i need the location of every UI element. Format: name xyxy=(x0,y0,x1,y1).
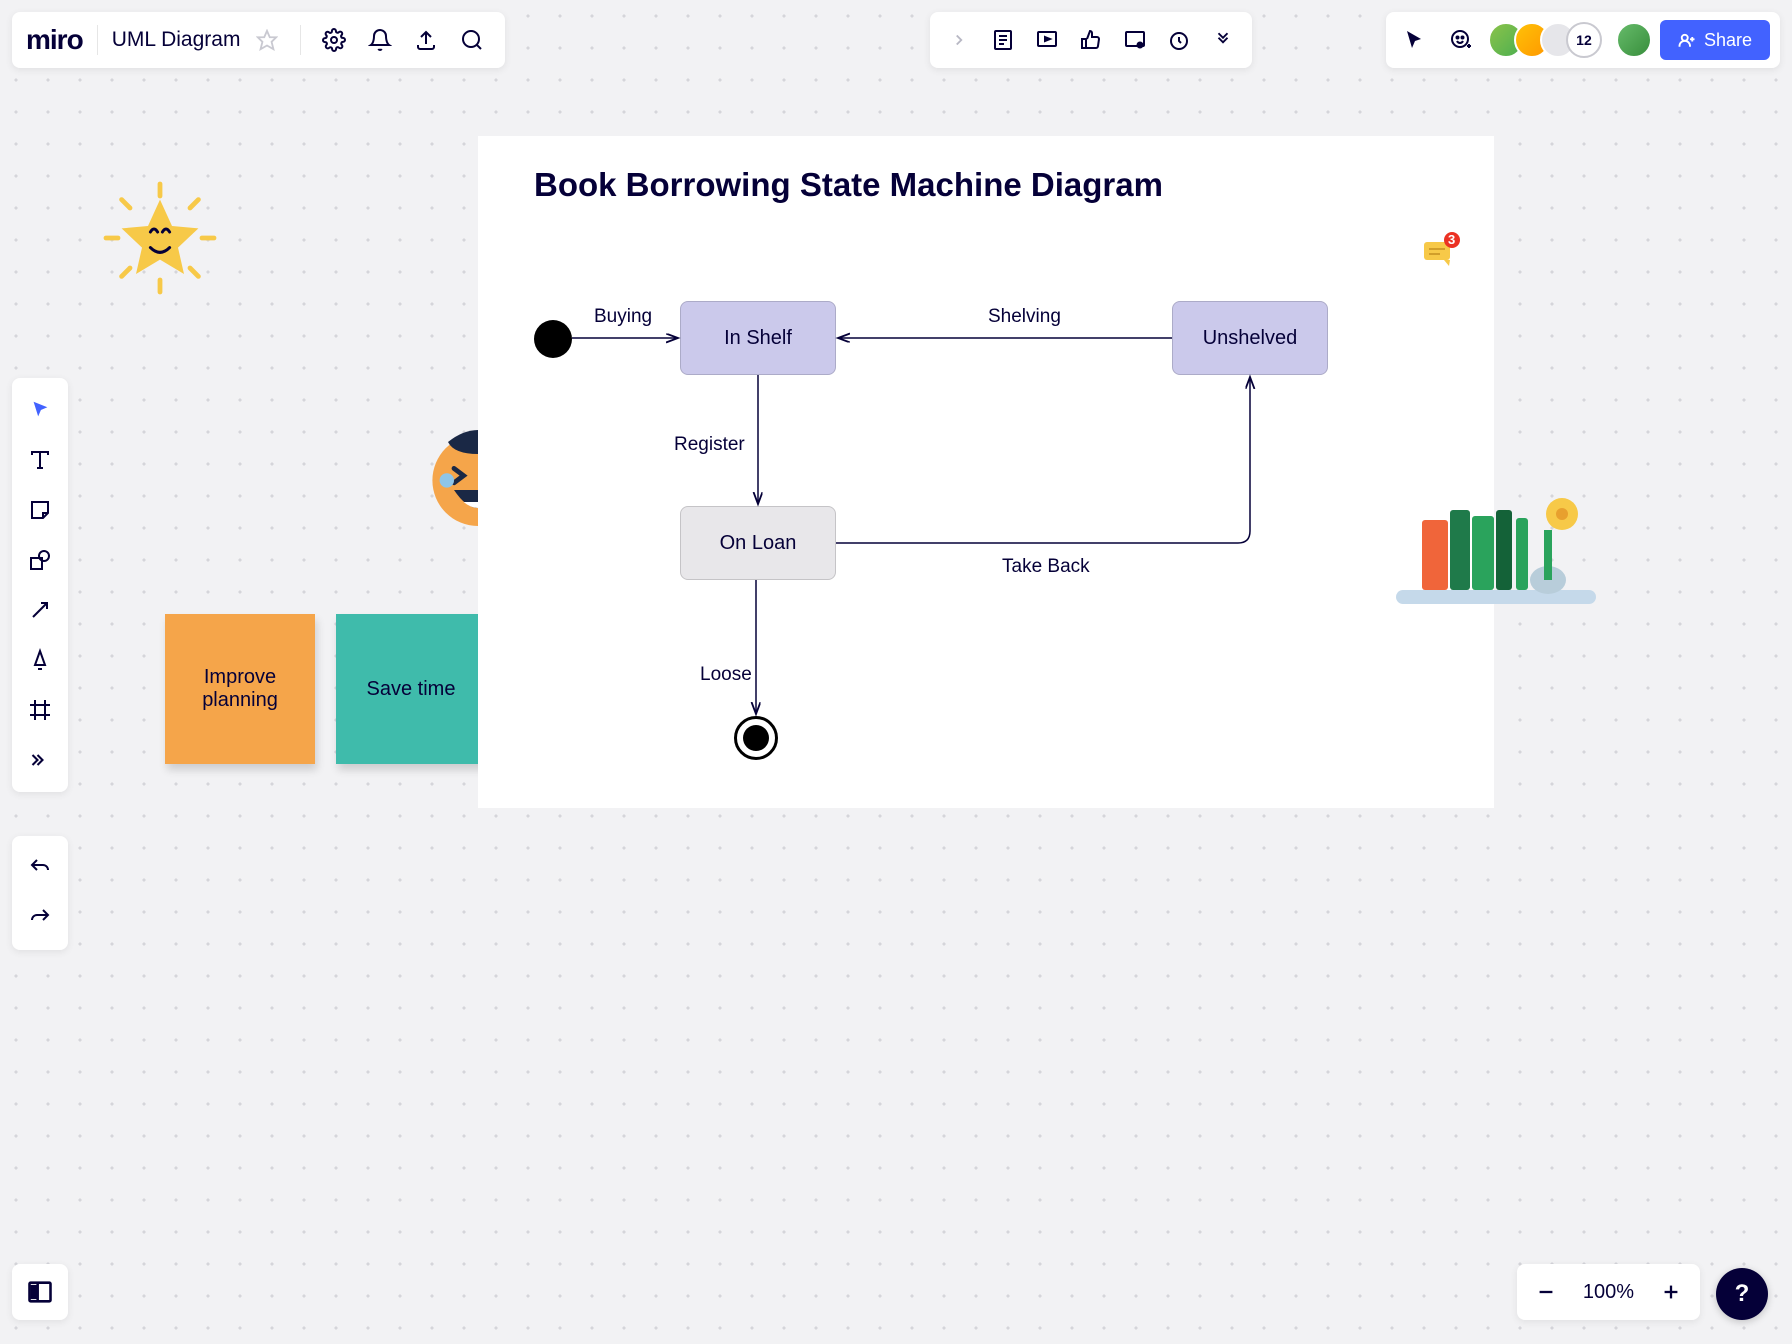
cursor-play-icon[interactable] xyxy=(1396,21,1434,59)
transition-label: Buying xyxy=(594,306,652,328)
sticky-note-orange[interactable]: Improve planning xyxy=(165,614,315,764)
comment-thread-icon[interactable]: 3 xyxy=(1420,232,1460,272)
undo-button[interactable] xyxy=(18,846,62,890)
avatar-count[interactable]: 12 xyxy=(1566,22,1602,58)
transitions-svg xyxy=(478,136,1494,808)
timer-icon[interactable] xyxy=(1160,21,1198,59)
divider xyxy=(97,25,98,55)
transition-label: Register xyxy=(674,434,745,456)
note-icon[interactable] xyxy=(984,21,1022,59)
diagram-panel[interactable]: Book Borrowing State Machine Diagram In … xyxy=(478,136,1494,808)
zoom-out-button[interactable] xyxy=(1527,1273,1565,1311)
current-user-avatar[interactable] xyxy=(1616,22,1652,58)
sticky-text: Save time xyxy=(367,678,456,701)
arrow-tool[interactable] xyxy=(18,588,62,632)
left-toolbar xyxy=(12,378,68,792)
transition-label: Take Back xyxy=(1002,556,1090,578)
topbar-right: 12 Share xyxy=(1386,12,1780,68)
sticky-text: Improve planning xyxy=(175,666,305,712)
share-button[interactable]: Share xyxy=(1660,20,1770,60)
zoom-controls: 100% xyxy=(1517,1264,1700,1320)
badge-count: 3 xyxy=(1448,232,1455,247)
collapse-panel-button[interactable] xyxy=(12,1264,68,1320)
zoom-in-button[interactable] xyxy=(1652,1273,1690,1311)
zoom-percent[interactable]: 100% xyxy=(1573,1281,1644,1304)
sticky-tool[interactable] xyxy=(18,488,62,532)
select-tool[interactable] xyxy=(18,388,62,432)
topbar-middle xyxy=(930,12,1252,68)
sticky-note-teal[interactable]: Save time xyxy=(336,614,486,764)
miro-logo[interactable]: miro xyxy=(26,24,83,56)
more-tools[interactable] xyxy=(18,738,62,782)
help-label: ? xyxy=(1735,1280,1750,1308)
settings-icon[interactable] xyxy=(315,21,353,59)
transition-label: Loose xyxy=(700,664,752,686)
undo-panel xyxy=(12,836,68,950)
reactions-icon[interactable] xyxy=(1442,21,1480,59)
presentation-icon[interactable] xyxy=(1028,21,1066,59)
chevron-right-icon[interactable] xyxy=(940,21,978,59)
more-icon[interactable] xyxy=(1204,21,1242,59)
export-icon[interactable] xyxy=(407,21,445,59)
share-label: Share xyxy=(1704,30,1752,51)
search-icon[interactable] xyxy=(453,21,491,59)
collaborator-avatars[interactable]: 12 xyxy=(1488,22,1602,58)
divider xyxy=(300,25,301,55)
frame-tool[interactable] xyxy=(18,688,62,732)
shape-tool[interactable] xyxy=(18,538,62,582)
bell-icon[interactable] xyxy=(361,21,399,59)
redo-button[interactable] xyxy=(18,896,62,940)
star-icon[interactable] xyxy=(248,21,286,59)
topbar-left: miro UML Diagram xyxy=(12,12,505,68)
board-title[interactable]: UML Diagram xyxy=(112,28,241,52)
vote-icon[interactable] xyxy=(1072,21,1110,59)
help-button[interactable]: ? xyxy=(1716,1268,1768,1320)
pen-tool[interactable] xyxy=(18,638,62,682)
text-tool[interactable] xyxy=(18,438,62,482)
transition-label: Shelving xyxy=(988,306,1061,328)
star-sticker[interactable] xyxy=(100,178,220,298)
comment-icon[interactable] xyxy=(1116,21,1154,59)
bookshelf-sticker[interactable] xyxy=(1396,480,1606,620)
